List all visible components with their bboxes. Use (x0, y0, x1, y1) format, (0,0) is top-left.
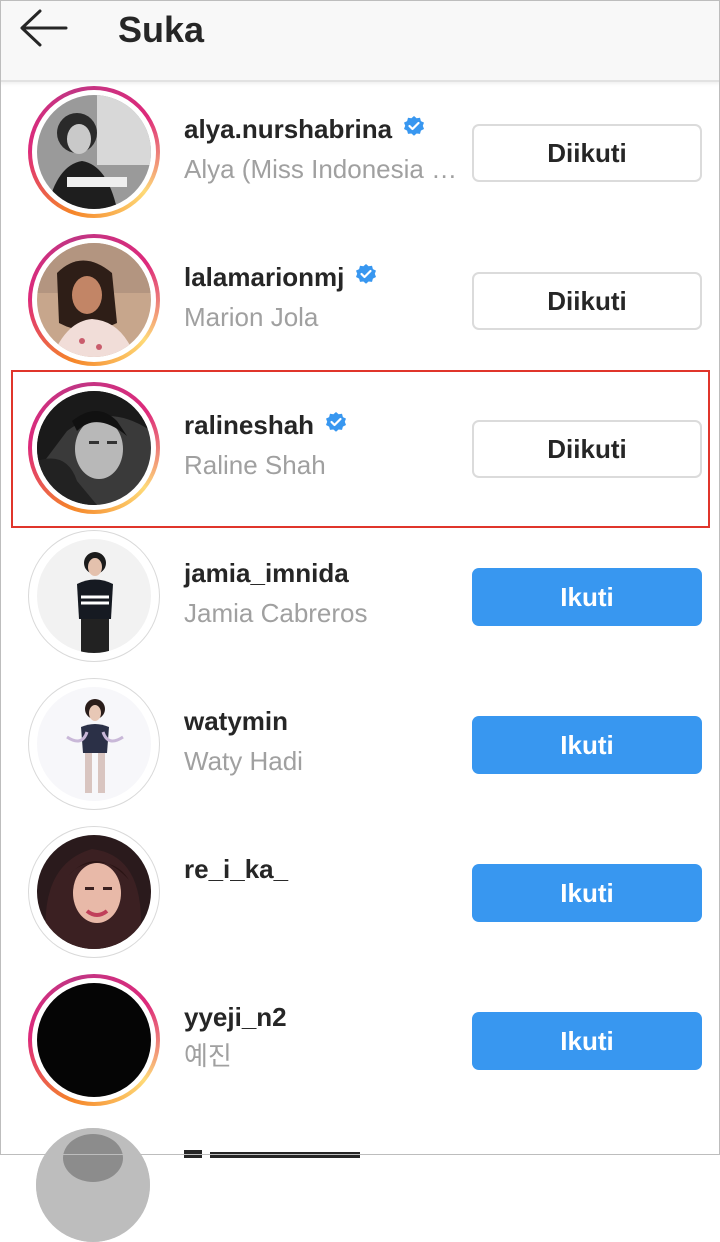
avatar-photo (37, 391, 151, 505)
username[interactable]: lalamarionmj (184, 260, 344, 294)
avatar-photo (37, 539, 151, 653)
username-partial (184, 1140, 364, 1160)
follow-button[interactable]: Ikuti (472, 716, 702, 774)
list-item[interactable]: yyeji_n2 예진 Ikuti (0, 970, 720, 1118)
avatar[interactable] (28, 382, 160, 514)
avatar-photo (37, 983, 151, 1097)
following-button[interactable]: Diikuti (472, 420, 702, 478)
avatar[interactable] (28, 974, 160, 1106)
avatar-photo (37, 835, 151, 949)
arrow-left-icon (18, 8, 70, 53)
avatar[interactable] (28, 678, 160, 810)
follow-button[interactable]: Ikuti (472, 864, 702, 922)
verified-badge-icon (402, 115, 426, 144)
avatar-photo (37, 243, 151, 357)
list-item[interactable]: ralineshah Raline Shah Diikuti (0, 378, 720, 526)
list-item[interactable]: lalamarionmj Marion Jola Diikuti (0, 230, 720, 378)
list-item[interactable]: jamia_imnida Jamia Cabreros Ikuti (0, 526, 720, 674)
avatar[interactable] (28, 234, 160, 366)
username[interactable]: yyeji_n2 (184, 1000, 287, 1034)
avatar[interactable] (28, 530, 160, 662)
full-name: Jamia Cabreros (184, 598, 368, 628)
avatar-photo (37, 95, 151, 209)
following-button[interactable]: Diikuti (472, 272, 702, 330)
back-button[interactable] (14, 6, 74, 54)
username[interactable]: watymin (184, 704, 288, 738)
verified-badge-icon (354, 263, 378, 292)
avatar[interactable] (28, 86, 160, 218)
list-item[interactable]: watymin Waty Hadi Ikuti (0, 674, 720, 822)
avatar[interactable] (36, 1128, 150, 1242)
full-name: 예진 (184, 1042, 232, 1072)
follow-button[interactable]: Ikuti (472, 568, 702, 626)
list-item[interactable]: re_i_ka_ Ikuti (0, 822, 720, 970)
follow-button[interactable]: Ikuti (472, 1012, 702, 1070)
username[interactable]: jamia_imnida (184, 556, 349, 590)
avatar[interactable] (28, 826, 160, 958)
top-bar: Suka (0, 0, 720, 82)
full-name: Raline Shah (184, 450, 326, 480)
avatar-photo (37, 687, 151, 801)
page-title: Suka (118, 9, 205, 50)
username[interactable]: ralineshah (184, 408, 314, 442)
following-button[interactable]: Diikuti (472, 124, 702, 182)
list-item[interactable]: alya.nurshabrina Alya (Miss Indonesia 20… (0, 82, 720, 230)
full-name: Marion Jola (184, 302, 319, 332)
username[interactable]: re_i_ka_ (184, 852, 288, 886)
username[interactable]: alya.nurshabrina (184, 112, 392, 146)
verified-badge-icon (324, 411, 348, 440)
full-name: Waty Hadi (184, 746, 303, 776)
full-name: Alya (Miss Indonesia 2018) (184, 154, 470, 184)
